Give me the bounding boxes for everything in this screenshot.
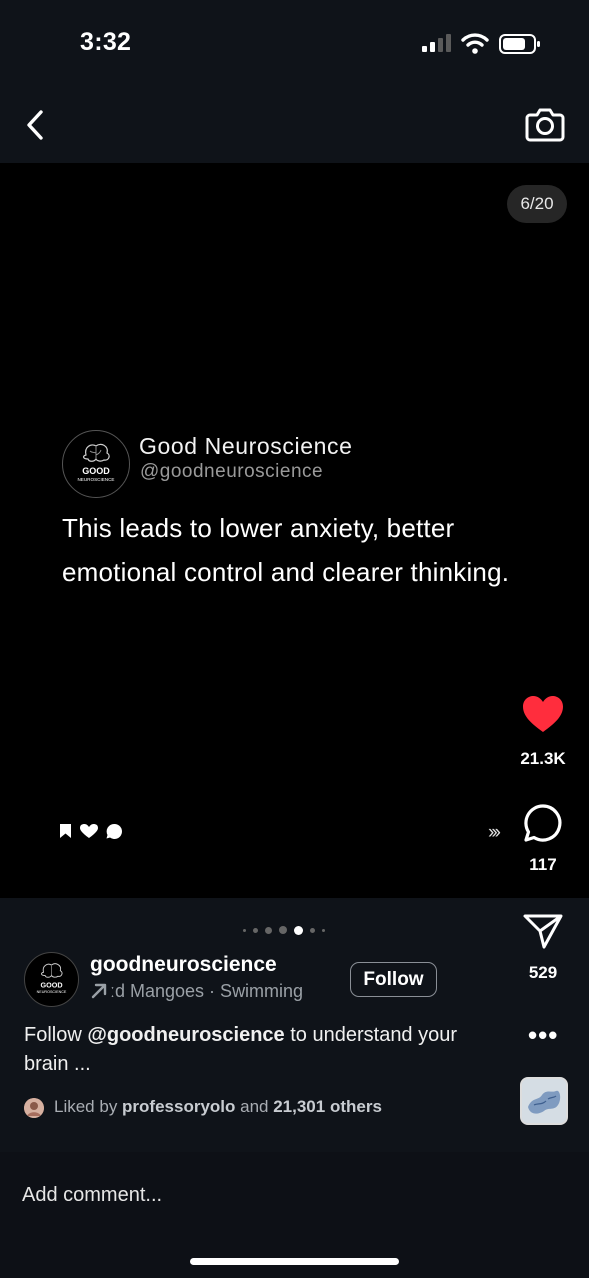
camera-icon[interactable] xyxy=(524,105,566,143)
cellular-signal-icon xyxy=(422,34,451,52)
follow-button[interactable]: Follow xyxy=(350,962,437,997)
carousel-dot xyxy=(265,926,272,934)
caption-prefix: Follow xyxy=(24,1024,88,1046)
back-chevron-icon[interactable] xyxy=(22,108,50,142)
like-count: 21.3K xyxy=(520,749,566,768)
carousel-dot xyxy=(310,927,315,933)
audio-thumbnail[interactable] xyxy=(520,1077,568,1125)
liked-by-middle: and xyxy=(235,1097,274,1116)
carousel-indicator xyxy=(243,924,325,936)
comment-bubble-icon[interactable] xyxy=(523,803,563,843)
liked-by-text[interactable]: Liked by professoryolo and 21,301 others xyxy=(54,1097,382,1117)
like-heart-icon[interactable] xyxy=(521,694,565,734)
mini-comment-icon xyxy=(106,823,122,839)
avatar-logo-text-top: GOOD xyxy=(82,466,110,476)
share-count: 529 xyxy=(528,963,558,982)
battery-icon xyxy=(499,34,540,54)
author-avatar[interactable]: GOOD NEUROSCIENCE xyxy=(24,952,79,1007)
wifi-icon xyxy=(461,33,489,54)
comment-count: 117 xyxy=(529,855,557,874)
post-card-avatar: GOOD NEUROSCIENCE xyxy=(62,430,130,498)
user-avatar-icon xyxy=(24,1098,44,1118)
mini-heart-icon xyxy=(80,824,98,838)
post-card-handle: @goodneuroscience xyxy=(140,461,324,482)
home-indicator[interactable] xyxy=(190,1258,399,1265)
audio-artwork-icon xyxy=(522,1079,566,1123)
bookmark-icon xyxy=(60,824,71,838)
add-comment-input[interactable]: Add comment... xyxy=(22,1184,162,1207)
liked-by-others[interactable]: 21,301 others xyxy=(273,1097,382,1116)
liked-by-avatar xyxy=(24,1098,44,1118)
share-paper-plane-icon[interactable] xyxy=(522,912,564,950)
carousel-dot xyxy=(253,927,258,933)
author-logo-text-top: GOOD xyxy=(40,981,62,990)
caption-mention[interactable]: @goodneuroscience xyxy=(87,1024,284,1046)
mini-action-icons xyxy=(60,823,122,839)
post-caption[interactable]: Follow @goodneuroscience to understand y… xyxy=(24,1021,504,1079)
liked-by-prefix: Liked by xyxy=(54,1097,123,1116)
author-username[interactable]: goodneuroscience xyxy=(90,953,277,977)
avatar-logo-text-bottom: NEUROSCIENCE xyxy=(77,477,114,482)
more-options-icon[interactable]: ••• xyxy=(528,1020,558,1051)
status-time: 3:32 xyxy=(80,28,132,56)
audio-track-label[interactable]: ːd Mangoes · Swimming xyxy=(110,981,303,1002)
liked-by-user[interactable]: professoryolo xyxy=(122,1097,235,1116)
brain-logo-icon: GOOD NEUROSCIENCE xyxy=(37,963,67,994)
trending-arrow-icon xyxy=(91,983,107,999)
post-card-name: Good Neuroscience xyxy=(139,433,353,459)
post-card-text: This leads to lower anxiety, better emot… xyxy=(62,513,510,587)
chevrons-icon: ››› xyxy=(488,822,501,843)
carousel-dot xyxy=(243,928,246,932)
slide-counter: 6/20 xyxy=(507,185,567,223)
brain-logo-icon: GOOD NEUROSCIENCE xyxy=(77,443,115,482)
author-logo-text-bottom: NEUROSCIENCE xyxy=(37,990,67,994)
carousel-dot xyxy=(322,928,325,932)
carousel-dot-active xyxy=(294,925,303,935)
carousel-dot xyxy=(279,926,287,934)
